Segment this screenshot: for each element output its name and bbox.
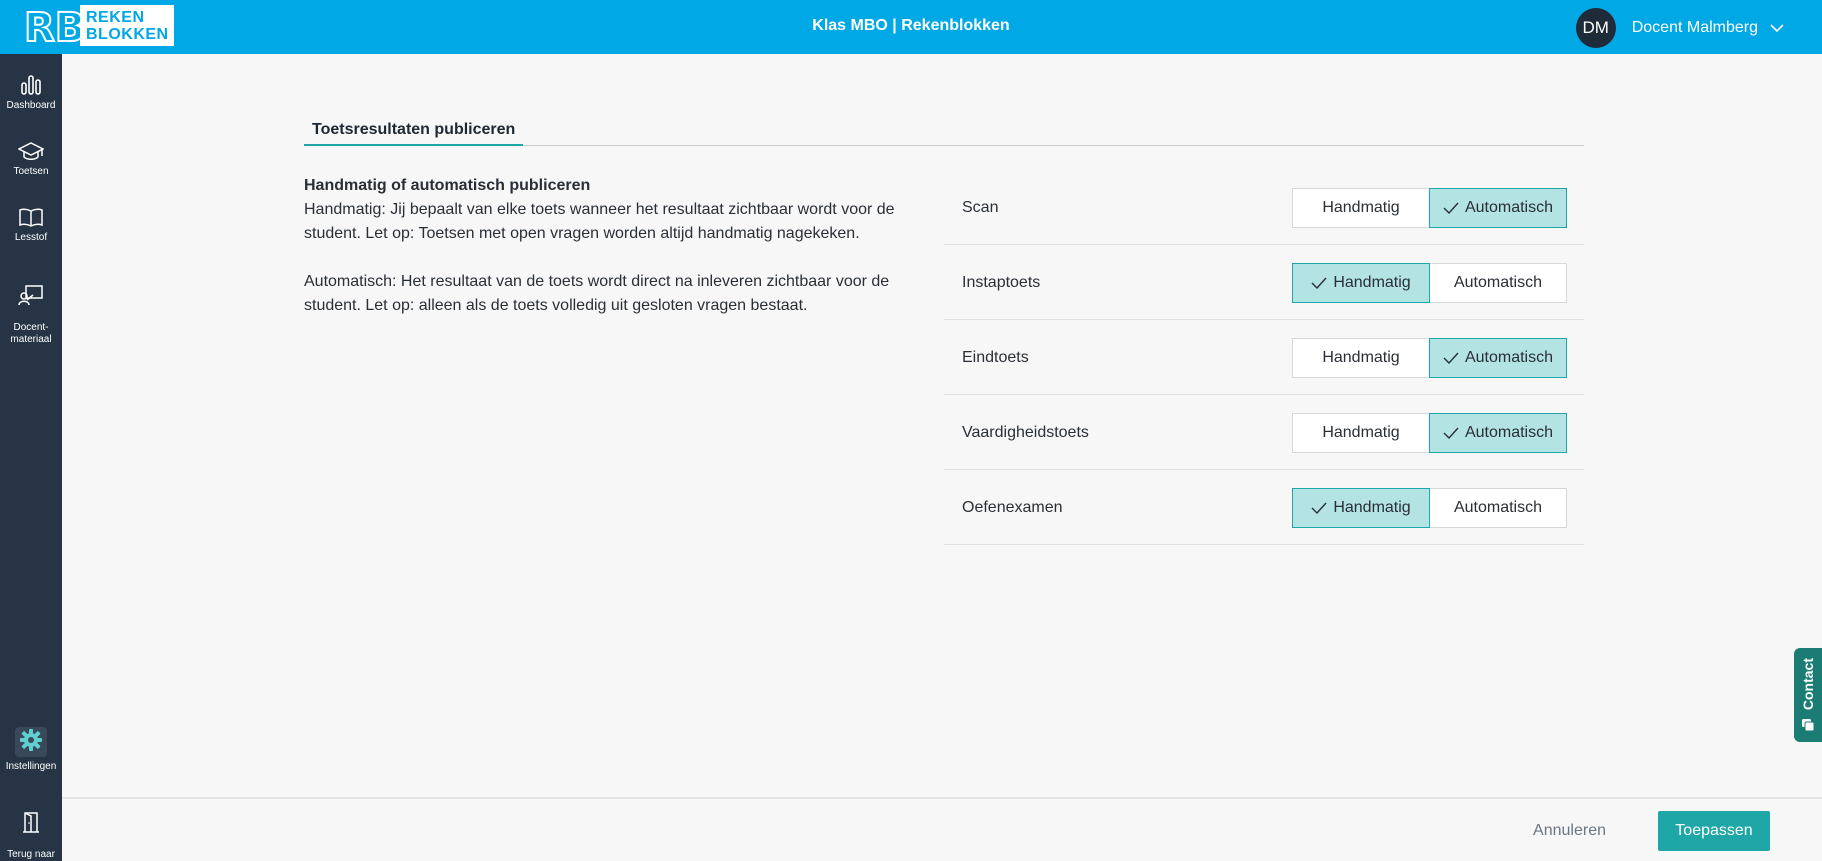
manual-option[interactable]: Handmatig — [1292, 413, 1430, 453]
sidebar-item-instellingen[interactable]: Instellingen — [0, 727, 62, 773]
user-name: Docent Malmberg — [1631, 19, 1758, 36]
graduation-cap-icon — [18, 142, 44, 160]
check-icon — [1443, 427, 1459, 439]
publish-toggle: Handmatig Automatisch — [1292, 188, 1567, 228]
sidebar-item-label: Instellingen — [5, 761, 57, 772]
option-label: Automatisch — [1453, 274, 1543, 291]
description-manual: Handmatig: Jij bepaalt van elke toets wa… — [304, 201, 895, 242]
check-icon — [1311, 502, 1327, 514]
cancel-button[interactable]: Annuleren — [1521, 811, 1618, 851]
option-label: Automatisch — [1464, 424, 1554, 441]
setting-row-instaptoets: Instaptoets Handmatig Automatisch — [944, 245, 1584, 320]
setting-row-eindtoets: Eindtoets Handmatig Automatisch — [944, 320, 1584, 395]
teacher-board-icon — [18, 285, 43, 306]
setting-label: Scan — [962, 199, 999, 216]
book-icon — [19, 208, 43, 227]
footer-bar: Annuleren Toepassen — [62, 797, 1822, 861]
contact-label: Contact — [1800, 657, 1816, 710]
option-label: Automatisch — [1464, 199, 1554, 216]
option-label: Handmatig — [1333, 499, 1411, 516]
option-label: Automatisch — [1464, 349, 1554, 366]
automatic-option[interactable]: Automatisch — [1429, 488, 1567, 528]
setting-row-scan: Scan Handmatig Automatisch — [944, 170, 1584, 245]
check-icon — [1311, 277, 1327, 289]
sidebar-item-docentmateriaal[interactable]: Docent- materiaal — [0, 272, 62, 346]
avatar: DM — [1575, 8, 1616, 48]
user-menu[interactable]: DM Docent Malmberg — [1575, 8, 1784, 48]
main-content: Toetsresultaten publiceren Handmatig of … — [62, 54, 1822, 797]
publish-settings-list: Scan Handmatig Automatisch Instaptoets H… — [944, 170, 1584, 545]
sidebar-item-label: Toetsen — [13, 166, 49, 177]
bar-chart-icon — [21, 75, 41, 95]
sidebar-item-label: Lesstof — [14, 232, 48, 243]
manual-option[interactable]: Handmatig — [1292, 263, 1430, 303]
tab-bar: Toetsresultaten publiceren — [304, 118, 1584, 146]
manual-option[interactable]: Handmatig — [1292, 338, 1430, 378]
description-heading: Handmatig of automatisch publiceren — [304, 177, 591, 194]
publish-description: Handmatig of automatisch publiceren Hand… — [304, 174, 944, 342]
publish-toggle: Handmatig Automatisch — [1292, 263, 1567, 303]
option-label: Handmatig — [1322, 424, 1400, 441]
setting-label: Oefenexamen — [962, 499, 1063, 516]
option-label: Handmatig — [1322, 199, 1400, 216]
description-automatic: Automatisch: Het resultaat van de toets … — [304, 273, 890, 314]
automatic-option[interactable]: Automatisch — [1429, 338, 1567, 378]
top-bar: RB REKEN BLOKKEN Klas MBO | Rekenblokken… — [0, 0, 1822, 54]
setting-label: Vaardigheidstoets — [962, 424, 1089, 441]
automatic-option[interactable]: Automatisch — [1429, 188, 1567, 228]
setting-row-vaardigheidstoets: Vaardigheidstoets Handmatig Automatisch — [944, 395, 1584, 470]
contact-tab[interactable]: Contact — [1794, 648, 1822, 742]
manual-option[interactable]: Handmatig — [1292, 188, 1430, 228]
check-icon — [1443, 352, 1459, 364]
automatic-option[interactable]: Automatisch — [1429, 263, 1567, 303]
option-label: Handmatig — [1322, 349, 1400, 366]
page-header-title: Klas MBO | Rekenblokken — [812, 17, 1010, 34]
sidebar-item-dashboard[interactable]: Dashboard — [0, 74, 62, 112]
publish-toggle: Handmatig Automatisch — [1292, 488, 1567, 528]
sidebar-item-label: Terug naar klassen — [7, 849, 55, 860]
tab-toetsresultaten-publiceren[interactable]: Toetsresultaten publiceren — [304, 118, 524, 146]
sidebar-item-lesstof[interactable]: Lesstof — [0, 206, 62, 244]
automatic-option[interactable]: Automatisch — [1429, 413, 1567, 453]
sidebar-item-label: Docent- materiaal — [10, 322, 52, 345]
sidebar: Dashboard Toetsen Lesstof Docent- materi… — [0, 54, 62, 861]
option-label: Automatisch — [1453, 499, 1543, 516]
publish-toggle: Handmatig Automatisch — [1292, 413, 1567, 453]
manual-option[interactable]: Handmatig — [1292, 488, 1430, 528]
door-icon — [23, 812, 39, 833]
apply-button[interactable]: Toepassen — [1658, 811, 1770, 851]
setting-label: Eindtoets — [962, 349, 1029, 366]
gear-icon — [15, 727, 47, 757]
option-label: Handmatig — [1333, 274, 1411, 291]
sidebar-item-toetsen[interactable]: Toetsen — [0, 140, 62, 178]
chat-icon — [1802, 719, 1815, 732]
setting-row-oefenexamen: Oefenexamen Handmatig Automatisch — [944, 470, 1584, 545]
check-icon — [1443, 202, 1459, 214]
sidebar-item-label: Dashboard — [6, 100, 56, 111]
sidebar-item-terug-naar-klassen[interactable]: Terug naar klassen — [0, 799, 62, 861]
publish-toggle: Handmatig Automatisch — [1292, 338, 1567, 378]
setting-label: Instaptoets — [962, 274, 1041, 291]
chevron-down-icon — [1770, 24, 1784, 33]
